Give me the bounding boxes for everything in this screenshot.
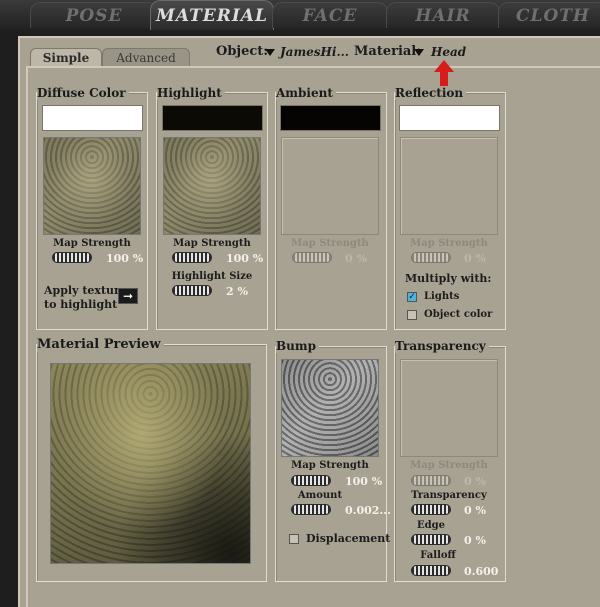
object-dropdown-arrow-icon[interactable]: [265, 49, 275, 56]
diffuse-texture-thumbnail[interactable]: [43, 137, 141, 235]
material-value[interactable]: Head: [431, 45, 466, 59]
highlight-color-swatch[interactable]: [162, 105, 263, 131]
transparency-title: Transparency: [395, 339, 489, 353]
ambient-map-strength-label: Map Strength: [291, 238, 369, 249]
ambient-map-strength-value: 0 %: [345, 252, 367, 265]
displacement-label: Displacement: [306, 532, 391, 545]
highlight-map-strength-label: Map Strength: [173, 238, 251, 249]
transparency-texture-slot[interactable]: [400, 359, 498, 457]
transparency-amount-dial[interactable]: [411, 504, 451, 515]
object-color-checkbox[interactable]: [407, 310, 417, 320]
tab-cloth[interactable]: CLOTH: [498, 2, 600, 28]
ambient-map-strength-dial[interactable]: [292, 252, 332, 263]
falloff-dial[interactable]: [411, 565, 451, 576]
edge-dial[interactable]: [411, 534, 451, 545]
bump-map-strength-value: 100 %: [345, 475, 383, 488]
tab-hair[interactable]: HAIR: [386, 2, 500, 28]
tab-face[interactable]: FACE: [272, 2, 388, 28]
bump-title: Bump: [276, 339, 319, 353]
material-preview-title: Material Preview: [37, 337, 164, 352]
bump-texture-thumbnail[interactable]: [281, 359, 379, 457]
object-label: Object:: [216, 44, 269, 59]
transparency-map-strength-label: Map Strength: [410, 460, 488, 471]
transparency-map-strength-dial[interactable]: [411, 475, 451, 486]
transparency-amount-value: 0 %: [464, 504, 486, 517]
ambient-color-swatch[interactable]: [280, 105, 381, 131]
highlight-size-dial[interactable]: [172, 285, 212, 296]
bump-amount-label: Amount: [297, 490, 343, 501]
material-dropdown-arrow-icon[interactable]: [414, 49, 424, 56]
falloff-value: 0.600: [464, 565, 499, 578]
diffuse-title: Diffuse Color: [37, 86, 129, 100]
lights-label: Lights: [424, 291, 460, 302]
apply-texture-label-1: Apply texture: [44, 284, 127, 297]
lights-checkbox[interactable]: ✓: [407, 292, 417, 302]
reflection-color-swatch[interactable]: [399, 105, 500, 131]
diffuse-color-swatch[interactable]: [42, 105, 143, 131]
bump-amount-value: 0.002...: [345, 504, 391, 517]
apply-texture-label-2: to highlight: [44, 298, 118, 311]
transparency-map-strength-value: 0 %: [464, 475, 486, 488]
reflection-map-strength-label: Map Strength: [410, 238, 488, 249]
highlight-size-value: 2 %: [226, 285, 248, 298]
displacement-checkbox[interactable]: [289, 534, 299, 544]
reflection-map-strength-value: 0 %: [464, 252, 486, 265]
object-value[interactable]: JamesHi...: [280, 45, 349, 59]
apply-texture-arrow-button[interactable]: ➞: [118, 288, 138, 304]
ambient-title: Ambient: [276, 86, 336, 100]
reflection-texture-slot[interactable]: [400, 137, 498, 235]
highlight-title: Highlight: [157, 86, 225, 100]
subtab-advanced[interactable]: Advanced: [102, 48, 190, 66]
edge-label: Edge: [417, 520, 445, 531]
subtab-simple[interactable]: Simple: [30, 48, 102, 66]
diffuse-map-strength-value: 100 %: [106, 252, 144, 265]
transparency-amount-label: Transparency: [411, 490, 487, 501]
material-label: Material:: [354, 44, 422, 59]
tab-material[interactable]: MATERIAL: [150, 0, 274, 30]
highlight-map-strength-dial[interactable]: [172, 252, 212, 263]
reflection-map-strength-dial[interactable]: [411, 252, 451, 263]
highlight-texture-thumbnail[interactable]: [163, 137, 261, 235]
edge-value: 0 %: [464, 534, 486, 547]
diffuse-map-strength-dial[interactable]: [52, 252, 92, 263]
red-up-arrow-icon: [434, 60, 454, 86]
bump-amount-dial[interactable]: [291, 504, 331, 515]
multiply-with-label: Multiply with:: [405, 272, 492, 285]
tab-pose[interactable]: POSE: [30, 2, 158, 28]
reflection-title: Reflection: [395, 86, 467, 100]
material-preview-render[interactable]: [50, 363, 251, 564]
object-color-label: Object color: [424, 309, 493, 320]
falloff-label: Falloff: [420, 550, 456, 561]
highlight-size-label: Highlight Size: [171, 271, 253, 282]
ambient-texture-slot[interactable]: [281, 137, 379, 235]
bump-map-strength-dial[interactable]: [291, 475, 331, 486]
diffuse-map-strength-label: Map Strength: [53, 238, 131, 249]
bump-map-strength-label: Map Strength: [291, 460, 369, 471]
highlight-map-strength-value: 100 %: [226, 252, 264, 265]
